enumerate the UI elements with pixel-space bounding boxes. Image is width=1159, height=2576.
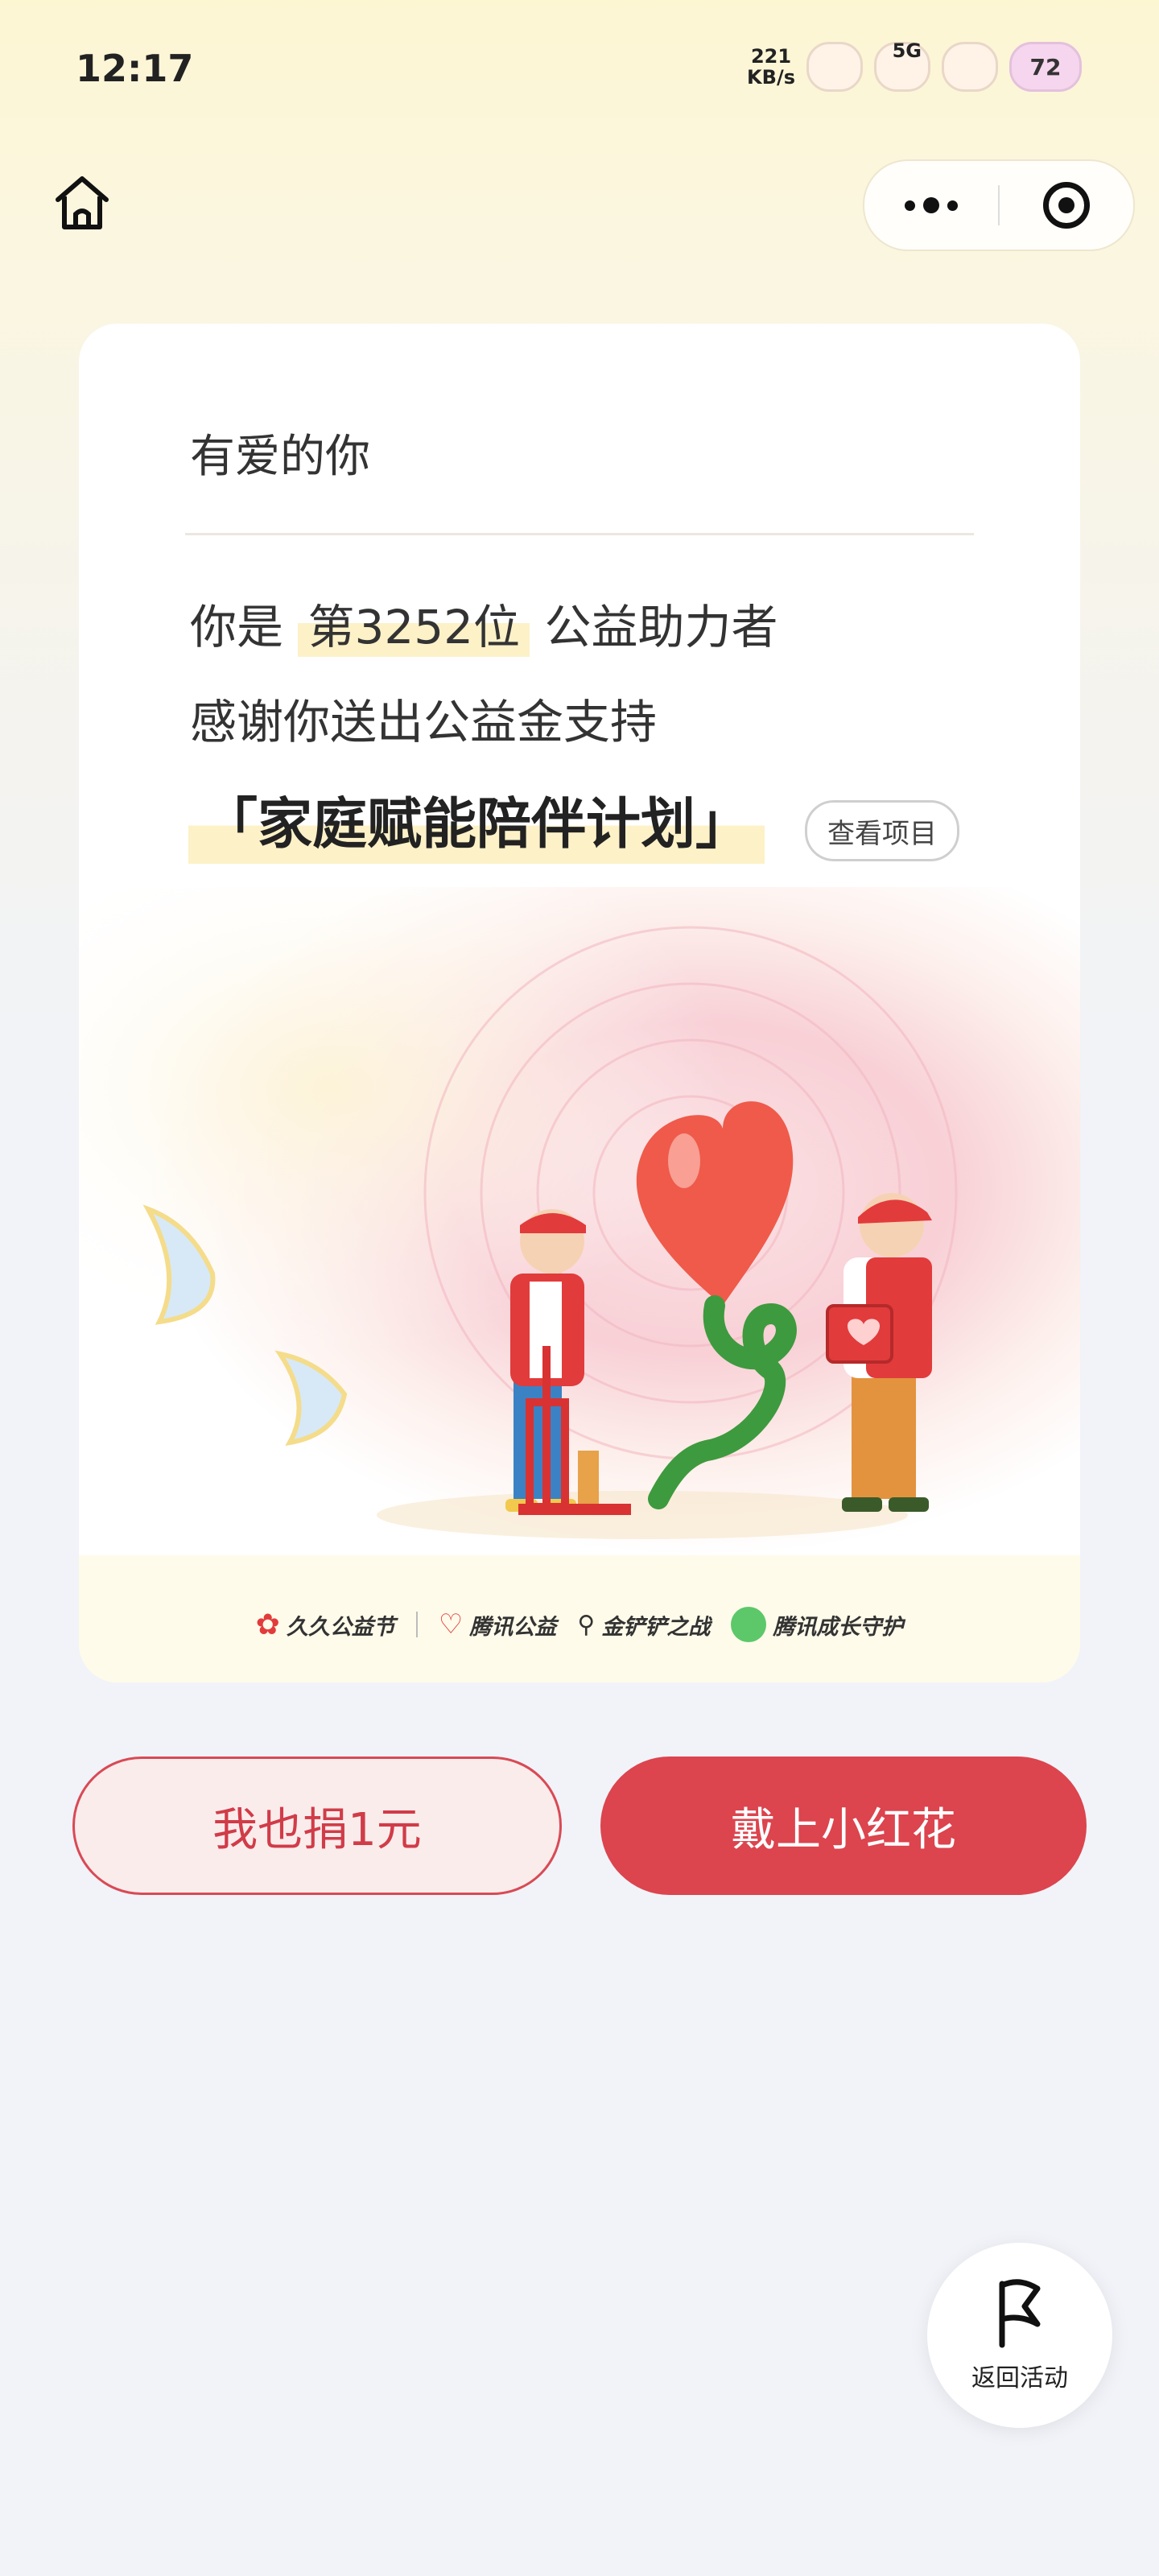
home-icon[interactable]: [50, 171, 114, 235]
rank-line: 你是 第3252位 公益助力者: [190, 589, 778, 657]
heart-icon: ♡: [438, 1608, 464, 1641]
logo-jiujiu: ✿ 久久公益节: [256, 1608, 395, 1641]
back-to-activity-button[interactable]: 返回活动: [927, 2243, 1112, 2428]
net-speed: 221 KB/s: [747, 46, 795, 88]
signal-icon: 5G: [874, 39, 930, 92]
sponsor-logos: ✿ 久久公益节 ♡ 腾讯公益 ⚲ 金铲铲之战 腾讯成长守护: [79, 1607, 1080, 1642]
divider: [185, 533, 974, 535]
battery-icon: 72: [1009, 42, 1082, 92]
logo-growth-guard: 腾讯成长守护: [731, 1607, 903, 1642]
certificate-card: 有爱的你 你是 第3252位 公益助力者 感谢你送出公益金支持 「家庭赋能陪伴计…: [79, 324, 1080, 1682]
logo-jcc-text: 金铲铲之战: [601, 1614, 711, 1640]
guard-icon: [731, 1607, 767, 1642]
more-icon[interactable]: [864, 161, 998, 250]
wifi-icon: [942, 42, 998, 92]
capsule-divider: [998, 185, 1000, 225]
flower-icon: ✿: [255, 1608, 280, 1641]
net-speed-value: 221: [750, 45, 792, 68]
logo-jcc: ⚲ 金铲铲之战: [577, 1609, 710, 1641]
logo-tencent-charity: ♡ 腾讯公益: [439, 1608, 556, 1641]
flag-icon: [999, 2279, 1041, 2348]
volunteer-illustration: [79, 887, 1080, 1555]
net-speed-unit: KB/s: [747, 66, 795, 89]
rank-suffix: 公益助力者: [544, 600, 778, 654]
alarm-icon: [806, 42, 863, 92]
close-target-icon[interactable]: [1043, 182, 1090, 229]
back-to-activity-label: 返回活动: [971, 2364, 1068, 2392]
project-title: 「家庭赋能陪伴计划」: [188, 779, 765, 864]
logo-divider: [415, 1612, 418, 1637]
wear-flower-button[interactable]: 戴上小红花: [600, 1757, 1087, 1895]
network-type: 5G: [892, 39, 922, 62]
logo-growth-guard-text: 腾讯成长守护: [773, 1614, 904, 1640]
status-time: 12:17: [76, 47, 194, 90]
thanks-line: 感谢你送出公益金支持: [190, 695, 658, 749]
donate-button[interactable]: 我也捐1元: [72, 1757, 562, 1895]
shovel-icon: ⚲: [577, 1610, 596, 1639]
view-project-button[interactable]: 查看项目: [805, 800, 959, 861]
rank-number: 第3252位: [298, 589, 530, 657]
greeting: 有爱的你: [190, 431, 370, 483]
rank-prefix: 你是: [190, 600, 284, 654]
mini-program-capsule: [863, 159, 1135, 251]
logo-jiujiu-text: 久久公益节: [286, 1614, 395, 1640]
logo-tencent-charity-text: 腾讯公益: [469, 1614, 557, 1640]
status-bar-right: 221 KB/s 5G 72: [747, 39, 1082, 92]
